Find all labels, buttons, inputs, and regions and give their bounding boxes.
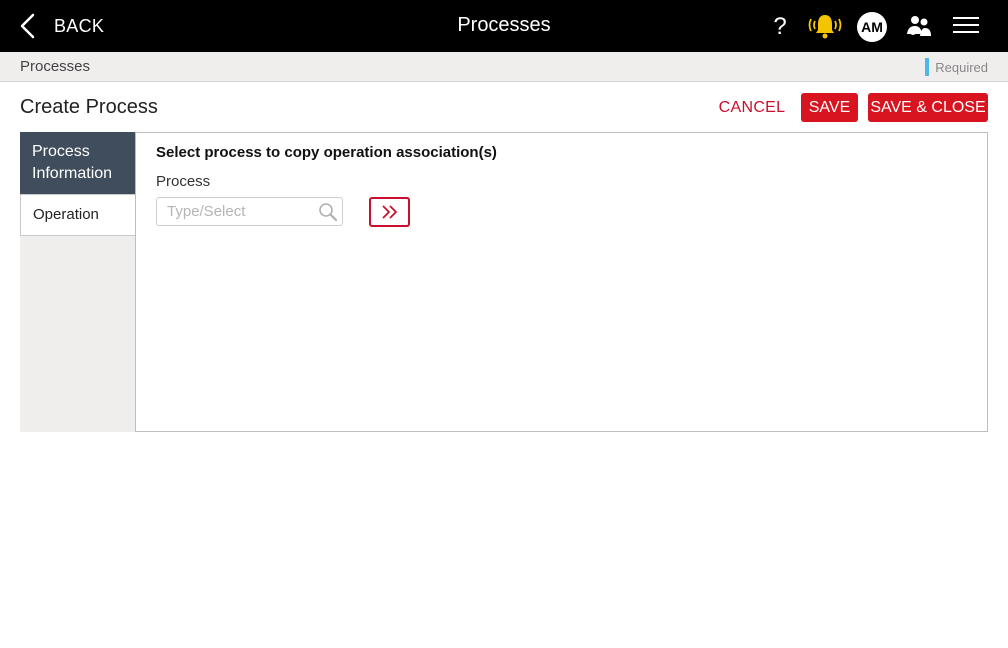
nav-item-operation[interactable]: Operation [20,194,136,236]
nav-item-process-information[interactable]: Process Information [20,132,136,194]
back-label: BACK [54,15,105,36]
save-and-close-button[interactable]: SAVE & CLOSE [868,93,988,122]
search-icon[interactable] [318,202,338,222]
cancel-button[interactable]: CANCEL [716,93,788,122]
process-field-label: Process [156,173,211,190]
double-chevron-right-icon [381,205,397,219]
process-input[interactable] [157,198,317,225]
back-button[interactable]: BACK [18,12,104,40]
save-button[interactable]: SAVE [801,93,858,122]
breadcrumb-bar: Processes Required [0,52,1008,82]
required-label: Required [935,59,988,75]
page-title: Create Process [20,96,158,118]
content-panel: Select process to copy operation associa… [135,132,988,432]
required-legend: Required [925,58,988,76]
help-icon[interactable]: ? [769,13,791,41]
top-bar: BACK Processes ? AM [0,0,1008,52]
side-nav: Process Information Operation [20,132,136,432]
bell-alert-icon[interactable] [806,11,844,41]
user-avatar[interactable]: AM [857,12,887,42]
breadcrumb[interactable]: Processes [20,58,90,75]
chevron-left-icon [20,13,35,39]
hamburger-menu-icon[interactable] [953,17,979,35]
required-indicator [925,58,930,76]
copy-operations-button[interactable] [369,197,410,227]
process-input-wrapper [156,197,343,226]
team-icon[interactable] [906,14,932,38]
section-title: Select process to copy operation associa… [156,144,497,161]
